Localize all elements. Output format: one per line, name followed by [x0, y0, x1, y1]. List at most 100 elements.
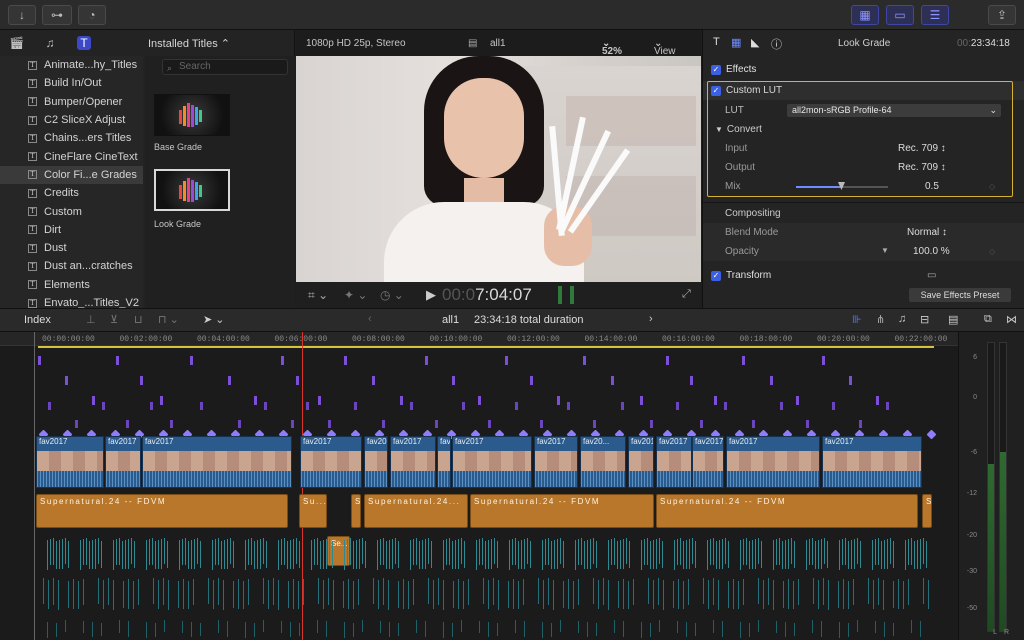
title-clip-marker[interactable] [296, 376, 299, 385]
title-inspector-icon[interactable]: T [713, 36, 720, 48]
title-clip-marker[interactable] [752, 420, 755, 428]
opacity-value[interactable]: 100.0 % [913, 246, 950, 257]
video-clip[interactable]: fav20... [580, 436, 626, 488]
title-clip-marker[interactable] [849, 376, 852, 385]
audio-skimming-icon[interactable]: ⋔ [876, 313, 885, 326]
title-clip-marker[interactable] [530, 376, 533, 385]
title-clip-marker[interactable] [832, 402, 835, 410]
clapper-icon[interactable]: 🎬︎ [9, 36, 24, 50]
title-clip-marker[interactable] [48, 402, 51, 410]
title-clip-marker[interactable] [264, 402, 267, 410]
overwrite-clip-icon[interactable]: ⊓ ⌄ [158, 313, 179, 326]
title-clip-marker[interactable] [291, 420, 294, 428]
title-clip-marker[interactable] [770, 376, 773, 385]
category-item[interactable]: T Custom [0, 202, 143, 220]
category-item[interactable]: T C2 SliceX Adjust [0, 111, 143, 129]
title-clip-marker[interactable] [611, 376, 614, 385]
title-clip-marker[interactable] [435, 420, 438, 428]
speed-icon[interactable]: ◷ ⌄ [380, 288, 404, 302]
select-tool-icon[interactable]: ➤ ⌄ [203, 313, 225, 326]
title-clip-marker[interactable] [126, 420, 129, 428]
title-clip-marker[interactable] [462, 402, 465, 410]
title-clip-marker[interactable] [780, 402, 783, 410]
title-clip-marker[interactable] [75, 420, 78, 428]
headphones-icon[interactable]: ♫ [898, 313, 906, 325]
title-clip-marker[interactable] [160, 396, 163, 405]
title-clip-marker[interactable] [714, 396, 717, 405]
title-clip-marker[interactable] [190, 356, 193, 365]
title-clip-marker[interactable] [116, 356, 119, 365]
connect-clip-icon[interactable]: ⊥ [86, 313, 96, 326]
crop-icon[interactable]: ⌗ ⌄ [308, 288, 328, 303]
title-clip-marker[interactable] [583, 356, 586, 365]
title-clip-marker[interactable] [400, 396, 403, 405]
title-clip-marker[interactable] [557, 396, 560, 405]
title-clip-marker[interactable] [876, 396, 879, 405]
title-clip-marker[interactable] [567, 402, 570, 410]
video-clip[interactable]: fav2017 [452, 436, 532, 488]
title-clip-marker[interactable] [676, 402, 679, 410]
category-item[interactable]: T Credits [0, 184, 143, 202]
video-clip[interactable]: fav2017 [822, 436, 922, 488]
video-clip[interactable]: fav2017 [364, 436, 388, 488]
title-clip-marker[interactable] [515, 402, 518, 410]
view-menu[interactable]: View ⌄ [654, 38, 676, 57]
browser-toggle-icon[interactable]: ▦ [851, 5, 879, 25]
title-clip-marker[interactable] [238, 420, 241, 428]
title-clip-marker[interactable] [650, 420, 653, 428]
title-clip-marker[interactable] [328, 420, 331, 428]
title-clip-marker[interactable] [742, 356, 745, 365]
title-clip-marker[interactable] [478, 396, 481, 405]
video-clip[interactable]: fav2017 [105, 436, 141, 488]
video-clip[interactable]: fav2017 [36, 436, 104, 488]
share-icon[interactable]: ⇪ [988, 5, 1016, 25]
transitions-browser-icon[interactable]: ⋈ [1006, 313, 1017, 326]
video-clip[interactable]: fav2017 [692, 436, 724, 488]
title-clip-marker[interactable] [410, 402, 413, 410]
audio-clip[interactable]: S [922, 494, 932, 528]
audio-clip[interactable]: Supernatural.24 -- FDVM [36, 494, 288, 528]
onscreen-controls-icon[interactable]: ▭ [927, 270, 936, 281]
audio-clip[interactable]: Supernatural.24 -- FDVM [656, 494, 918, 528]
audio-clip[interactable]: Supernatural.24 -- FDVM [470, 494, 654, 528]
title-clip-marker[interactable] [306, 402, 309, 410]
audio-clip[interactable]: Supernatural.24... [364, 494, 468, 528]
append-clip-icon[interactable]: ⊔ [134, 313, 143, 326]
title-clip-marker[interactable] [621, 402, 624, 410]
title-clip-marker[interactable] [140, 376, 143, 385]
title-clip-marker[interactable] [822, 356, 825, 365]
title-clip-marker[interactable] [796, 396, 799, 405]
title-clip-marker[interactable] [806, 420, 809, 428]
title-clip-marker[interactable] [700, 420, 703, 428]
save-effects-preset-button[interactable]: Save Effects Preset [909, 288, 1011, 302]
title-clip-marker[interactable] [200, 402, 203, 410]
search-input[interactable]: ⌕ Search [162, 59, 288, 75]
snapping-icon[interactable]: ⊟ [920, 313, 929, 326]
title-clip-marker[interactable] [318, 396, 321, 405]
key-icon[interactable]: ⊶ [42, 5, 72, 25]
video-clip[interactable]: fav2017 [300, 436, 362, 488]
marker-icon[interactable] [926, 429, 937, 440]
video-clip[interactable]: fav2017 [726, 436, 820, 488]
title-clip-marker[interactable] [102, 402, 105, 410]
title-clip-marker[interactable] [281, 356, 284, 365]
title-clip-marker[interactable] [505, 356, 508, 365]
title-clip-marker[interactable] [150, 402, 153, 410]
transform-checkbox[interactable]: ✓ [711, 270, 721, 281]
category-item[interactable]: T Build In/Out [0, 74, 143, 92]
installed-titles-dropdown[interactable]: Installed Titles ⌃ [148, 37, 230, 50]
title-clip-marker[interactable] [540, 420, 543, 428]
import-arrow-icon[interactable]: ↓ [8, 5, 36, 25]
title-clip-marker[interactable] [640, 396, 643, 405]
title-clip-marker[interactable] [354, 402, 357, 410]
effects-browser-icon[interactable]: ⧉ [984, 313, 992, 326]
fullscreen-icon[interactable]: ⤢ [682, 288, 691, 301]
video-clip[interactable]: fav2017 [534, 436, 578, 488]
video-inspector-icon[interactable]: ▦ [731, 36, 741, 49]
category-item[interactable]: T CineFlare CineText [0, 147, 143, 165]
look-grade-thumbnail[interactable] [154, 169, 230, 211]
audio-clip[interactable]: S [351, 494, 361, 528]
index-button[interactable]: Index [24, 314, 51, 326]
video-clip[interactable]: fav2017 [628, 436, 654, 488]
title-clip-marker[interactable] [690, 376, 693, 385]
